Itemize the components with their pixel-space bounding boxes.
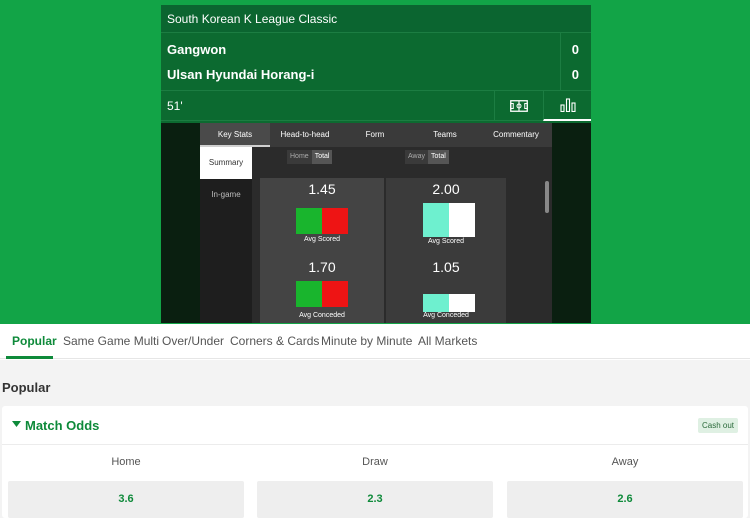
home-toggle: Home Total <box>287 150 333 164</box>
active-tab-underline <box>6 356 53 359</box>
tab-over-under[interactable]: Over/Under <box>162 334 224 348</box>
stats-panel: Key Stats Head-to-head Form Teams Commen… <box>200 123 552 323</box>
match-odds-title: Match Odds <box>25 418 100 433</box>
pitch-icon <box>510 100 528 112</box>
caret-down-icon <box>12 421 21 427</box>
column-header-home: Home <box>111 456 141 468</box>
home-avg-scored-value: 1.45 <box>308 181 336 197</box>
home-team-name: Gangwon <box>167 42 227 57</box>
home-score: 0 <box>571 42 579 57</box>
column-header-draw: Draw <box>362 456 388 468</box>
home-toggle-total[interactable]: Total <box>311 150 333 164</box>
away-avg-scored-value: 2.00 <box>432 181 460 197</box>
away-stats-column: 2.00 Avg Scored 1.05 Avg Conceded <box>386 178 506 323</box>
match-odds-card: Match Odds Cash out Home Draw Away 3.6 2… <box>2 406 748 518</box>
stats-sidebar: Summary In-game <box>200 147 252 323</box>
bar-chart-icon <box>559 98 576 112</box>
tab-popular[interactable]: Popular <box>12 334 57 348</box>
tab-head-to-head[interactable]: Head-to-head <box>270 123 340 147</box>
tab-key-stats[interactable]: Key Stats <box>200 123 270 147</box>
match-clock: 51' <box>167 99 183 113</box>
match-status-bar: 51' <box>161 91 591 121</box>
away-toggle: Away Total <box>405 150 449 164</box>
hero-banner: South Korean K League Classic Gangwon Ul… <box>0 0 750 324</box>
tab-corners-cards[interactable]: Corners & Cards <box>230 334 319 348</box>
sidebar-item-summary[interactable]: Summary <box>200 147 252 179</box>
cash-out-badge: Cash out <box>697 418 738 433</box>
stats-scrollbar[interactable] <box>545 181 549 213</box>
teams-block: Gangwon Ulsan Hyundai Horang-i 0 0 <box>161 33 591 91</box>
tab-all-markets[interactable]: All Markets <box>418 334 477 348</box>
stats-view-button[interactable] <box>543 91 591 121</box>
away-conceded-color-blocks <box>423 294 475 312</box>
away-team-name: Ulsan Hyundai Horang-i <box>167 67 315 82</box>
home-toggle-home[interactable]: Home <box>287 150 312 164</box>
away-score: 0 <box>571 67 579 82</box>
score-column: 0 0 <box>560 33 591 91</box>
match-odds-header[interactable]: Match Odds Cash out <box>2 406 748 445</box>
sidebar-item-in-game[interactable]: In-game <box>200 179 252 211</box>
tab-commentary[interactable]: Commentary <box>480 123 552 147</box>
pitch-view-button[interactable] <box>494 91 543 121</box>
league-name: South Korean K League Classic <box>161 5 591 33</box>
home-conceded-color-blocks <box>296 281 348 307</box>
home-scored-color-blocks <box>296 208 348 234</box>
home-avg-scored-label: Avg Scored <box>303 236 341 243</box>
away-scored-color-blocks <box>423 203 475 237</box>
tab-form[interactable]: Form <box>340 123 410 147</box>
stats-tabs: Key Stats Head-to-head Form Teams Commen… <box>200 123 552 147</box>
home-stats-column: 1.45 Avg Scored 1.70 Avg Conceded <box>260 178 384 323</box>
tab-teams[interactable]: Teams <box>410 123 480 147</box>
scoreboard: South Korean K League Classic Gangwon Ul… <box>161 5 591 323</box>
odds-button-home[interactable]: 3.6 <box>8 481 244 518</box>
away-toggle-away[interactable]: Away <box>405 150 428 164</box>
home-avg-conceded-label: Avg Conceded <box>299 312 345 319</box>
away-toggle-total[interactable]: Total <box>428 150 449 164</box>
market-tabs: Popular Same Game Multi Over/Under Corne… <box>0 325 750 359</box>
away-avg-conceded-value: 1.05 <box>432 259 460 275</box>
tab-same-game-multi[interactable]: Same Game Multi <box>63 334 159 348</box>
section-title: Popular <box>2 380 51 395</box>
home-avg-conceded-value: 1.70 <box>308 259 336 275</box>
stats-widget: Key Stats Head-to-head Form Teams Commen… <box>161 123 591 323</box>
column-header-away: Away <box>611 456 639 468</box>
tab-minute-by-minute[interactable]: Minute by Minute <box>321 334 412 348</box>
away-avg-scored-label: Avg Scored <box>427 238 465 245</box>
odds-button-draw[interactable]: 2.3 <box>257 481 493 518</box>
odds-button-away[interactable]: 2.6 <box>507 481 743 518</box>
away-avg-conceded-label: Avg Conceded <box>423 312 469 319</box>
